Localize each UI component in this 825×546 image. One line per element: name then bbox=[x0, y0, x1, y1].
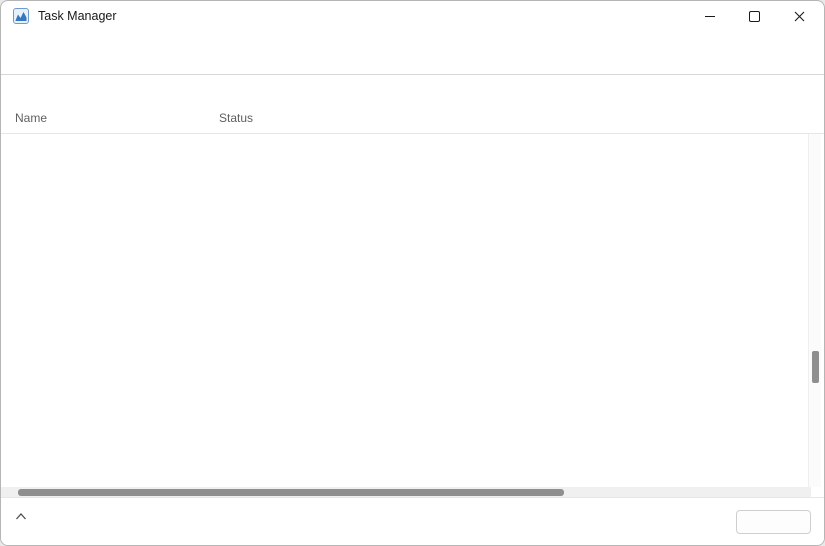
window-controls bbox=[687, 1, 822, 31]
horizontal-scrollbar[interactable] bbox=[1, 487, 811, 497]
fewer-details-button[interactable] bbox=[15, 512, 37, 521]
menu-bar bbox=[1, 31, 824, 53]
minimize-button[interactable] bbox=[687, 1, 732, 31]
end-task-button[interactable] bbox=[736, 510, 811, 534]
maximize-icon bbox=[749, 11, 760, 22]
close-button[interactable] bbox=[777, 1, 822, 31]
vertical-scrollbar-thumb[interactable] bbox=[812, 351, 819, 383]
title-bar[interactable]: Task Manager bbox=[1, 1, 824, 31]
close-icon bbox=[794, 11, 805, 22]
vertical-scrollbar[interactable] bbox=[808, 134, 821, 487]
minimize-icon bbox=[705, 16, 715, 17]
tab-strip bbox=[1, 54, 824, 75]
footer-bar bbox=[1, 497, 824, 546]
horizontal-scrollbar-thumb[interactable] bbox=[18, 489, 564, 496]
table-header: Name Status bbox=[1, 75, 824, 134]
column-header-name[interactable]: Name bbox=[15, 111, 47, 125]
task-manager-icon bbox=[13, 8, 29, 24]
window-title: Task Manager bbox=[38, 9, 117, 23]
column-header-status[interactable]: Status bbox=[219, 111, 253, 125]
task-manager-window: Task Manager Name Status bbox=[0, 0, 825, 546]
maximize-button[interactable] bbox=[732, 1, 777, 31]
chevron-up-icon bbox=[15, 512, 27, 521]
process-list bbox=[1, 134, 811, 487]
